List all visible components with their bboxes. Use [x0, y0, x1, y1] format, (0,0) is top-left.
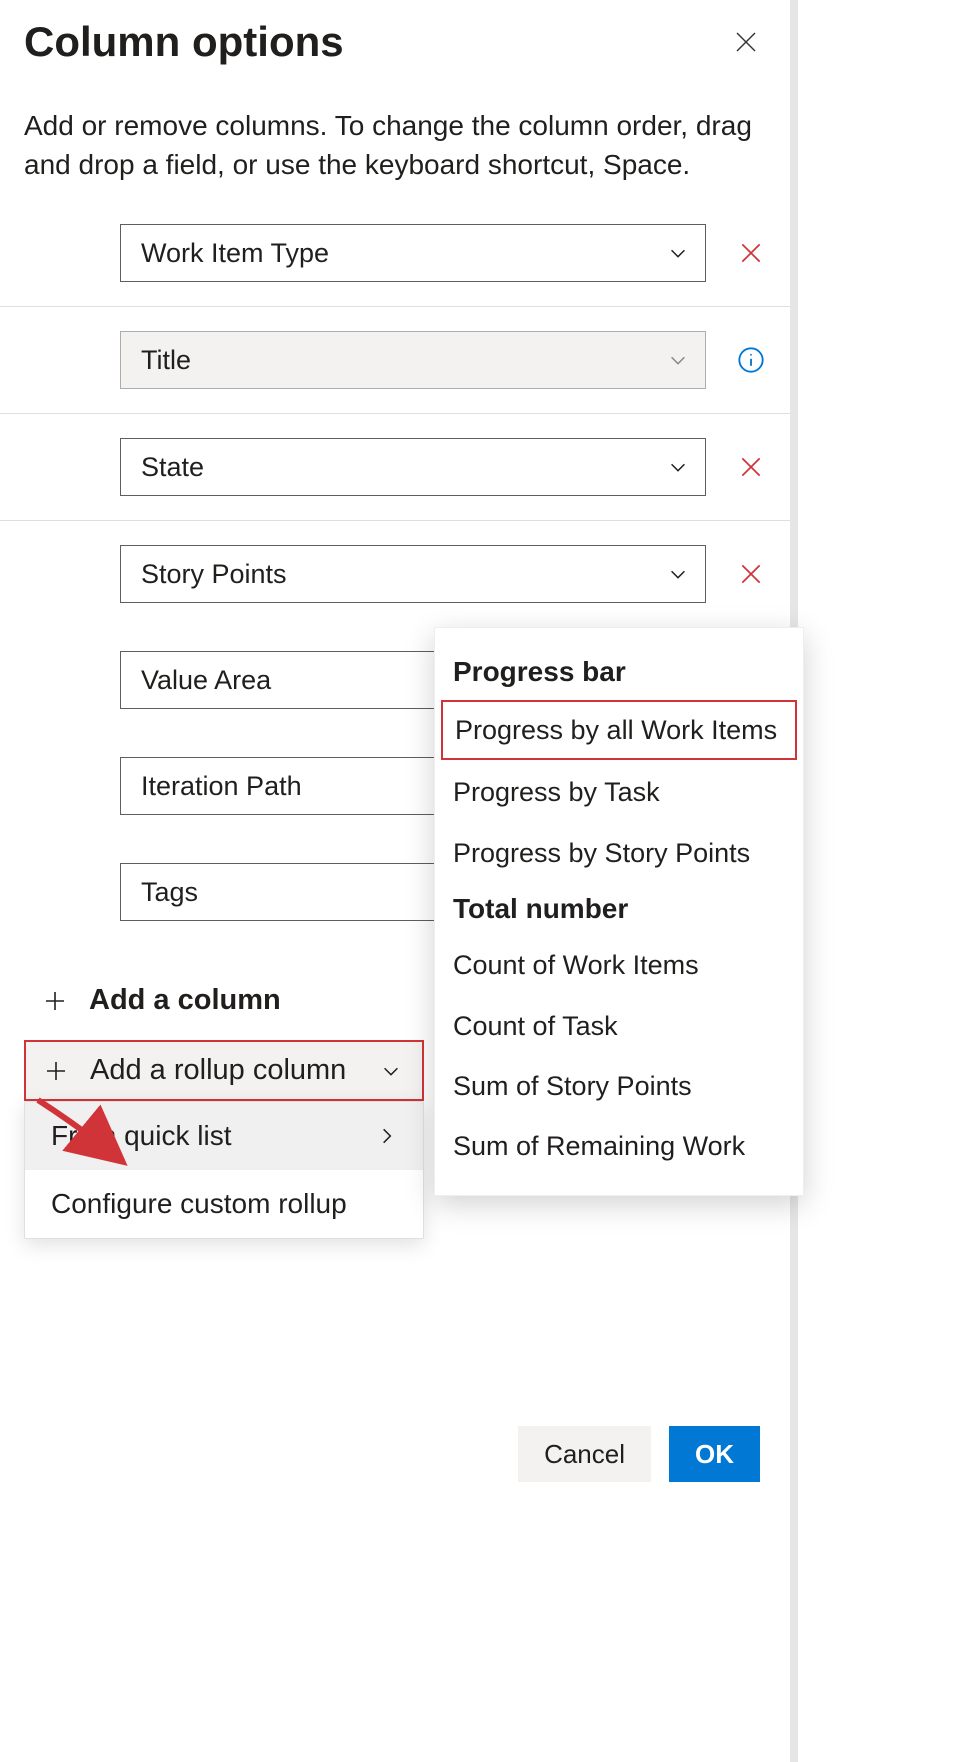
- column-dropdown-label: Story Points: [141, 559, 287, 590]
- chevron-down-icon: [380, 1060, 402, 1082]
- column-dropdown[interactable]: Work Item Type: [120, 224, 706, 282]
- plus-icon: [44, 1059, 68, 1083]
- submenu-from-quick-list[interactable]: From quick list: [25, 1102, 423, 1170]
- flyout-item[interactable]: Count of Work Items: [435, 935, 803, 995]
- right-gutter: [790, 0, 966, 1762]
- column-dropdown[interactable]: State: [120, 438, 706, 496]
- flyout-section-header: Progress bar: [435, 646, 803, 698]
- remove-column-button[interactable]: [736, 452, 766, 482]
- close-button[interactable]: [726, 22, 766, 62]
- column-dropdown[interactable]: Title: [120, 331, 706, 389]
- submenu-configure-custom[interactable]: Configure custom rollup: [25, 1170, 423, 1238]
- column-row: Story Points: [0, 521, 790, 627]
- chevron-down-icon: [667, 456, 689, 478]
- column-dropdown-label: State: [141, 452, 204, 483]
- close-icon: [738, 240, 764, 266]
- cancel-button[interactable]: Cancel: [518, 1426, 651, 1482]
- add-column-label: Add a column: [89, 984, 281, 1017]
- flyout-item[interactable]: Progress by Story Points: [435, 823, 803, 883]
- flyout-item[interactable]: Count of Task: [435, 996, 803, 1056]
- column-dropdown-label: Title: [141, 345, 191, 376]
- chevron-down-icon: [667, 242, 689, 264]
- chevron-right-icon: [377, 1126, 397, 1146]
- flyout-item[interactable]: Progress by all Work Items: [441, 700, 797, 760]
- flyout-item[interactable]: Progress by Task: [435, 762, 803, 822]
- column-dropdown-label: Value Area: [141, 665, 271, 696]
- plus-icon: [43, 989, 67, 1013]
- column-dropdown-label: Tags: [141, 877, 198, 908]
- chevron-down-icon: [667, 349, 689, 371]
- column-row: Work Item Type: [0, 224, 790, 307]
- column-dropdown-label: Iteration Path: [141, 771, 302, 802]
- add-rollup-column-button[interactable]: Add a rollup column: [24, 1040, 424, 1101]
- flyout-item[interactable]: Sum of Remaining Work: [435, 1116, 803, 1176]
- ok-button[interactable]: OK: [669, 1426, 760, 1482]
- close-icon: [738, 454, 764, 480]
- flyout-item[interactable]: Sum of Story Points: [435, 1056, 803, 1116]
- rollup-submenu: From quick list Configure custom rollup: [24, 1101, 424, 1239]
- submenu-label: Configure custom rollup: [51, 1188, 347, 1220]
- column-dropdown[interactable]: Story Points: [120, 545, 706, 603]
- rollup-quicklist-flyout: Progress bar Progress by all Work Items …: [434, 627, 804, 1196]
- column-dropdown-label: Work Item Type: [141, 238, 329, 269]
- info-icon: [737, 346, 765, 374]
- remove-column-button[interactable]: [736, 238, 766, 268]
- add-rollup-label: Add a rollup column: [90, 1054, 358, 1087]
- chevron-down-icon: [667, 563, 689, 585]
- panel-header: Column options: [24, 18, 766, 66]
- column-info-button[interactable]: [736, 345, 766, 375]
- panel-title: Column options: [24, 18, 344, 66]
- add-column-button[interactable]: Add a column: [24, 971, 300, 1030]
- column-row: Title: [0, 307, 790, 414]
- column-row: State: [0, 414, 790, 521]
- close-icon: [734, 30, 758, 54]
- flyout-section-header: Total number: [435, 883, 803, 935]
- submenu-label: From quick list: [51, 1120, 231, 1152]
- panel-description: Add or remove columns. To change the col…: [24, 106, 766, 184]
- panel-footer: Cancel OK: [518, 1426, 760, 1482]
- close-icon: [738, 561, 764, 587]
- remove-column-button[interactable]: [736, 559, 766, 589]
